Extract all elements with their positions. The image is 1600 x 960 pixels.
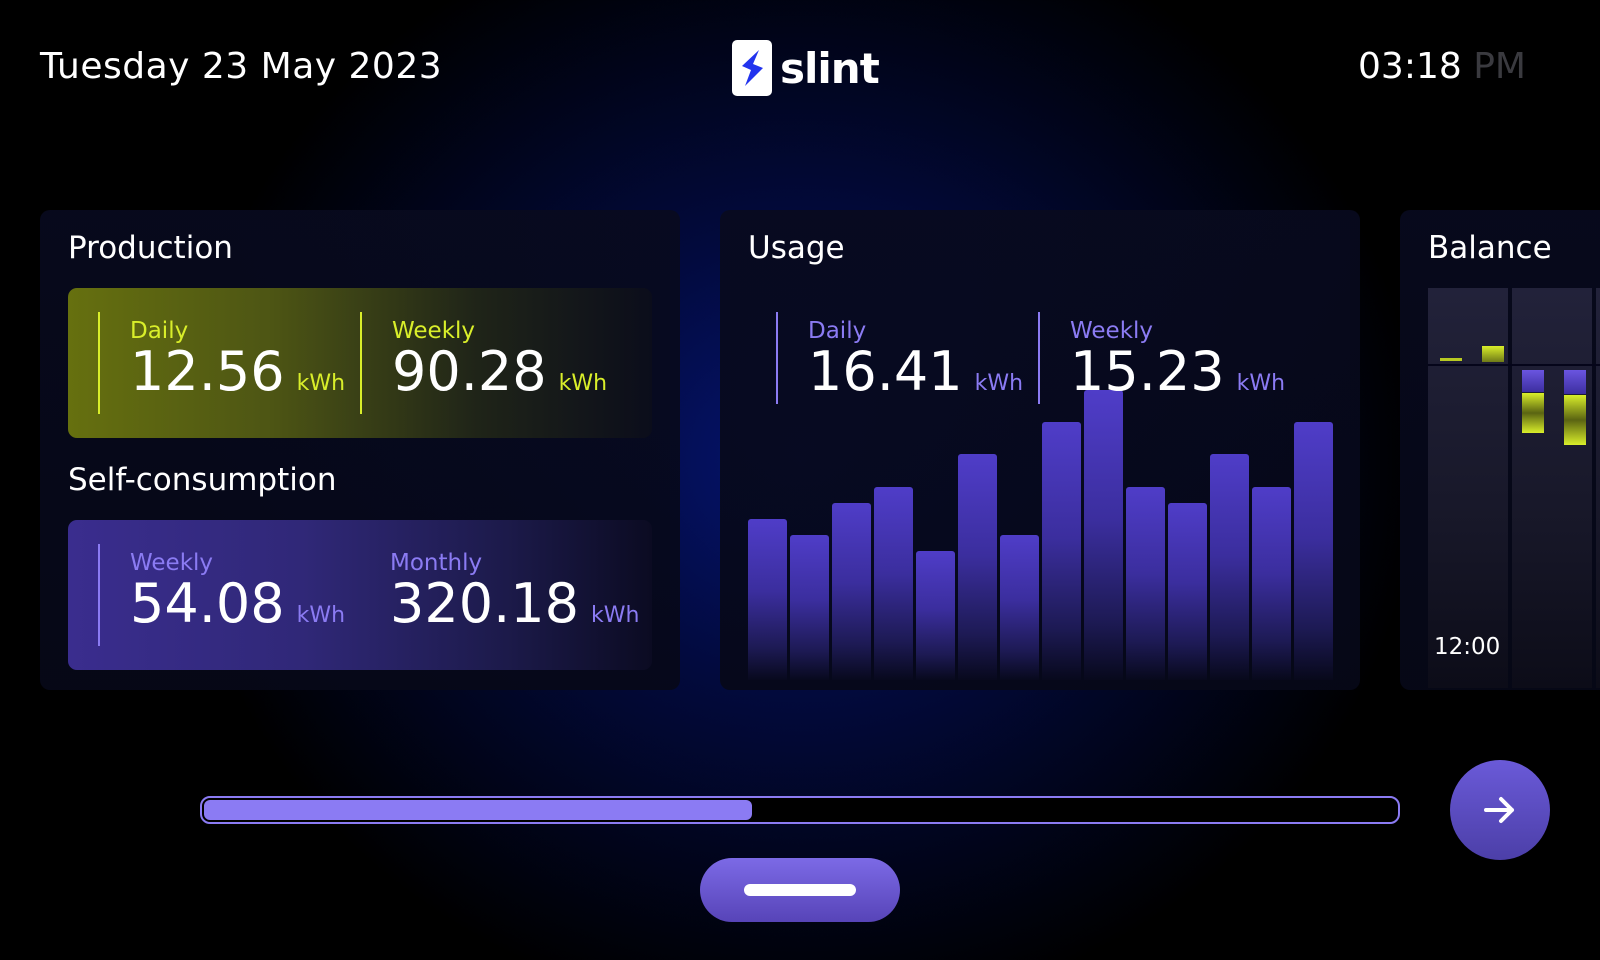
balance-title: Balance	[1428, 230, 1552, 266]
production-weekly-value: 90.28	[392, 340, 547, 403]
balance-segment	[1522, 393, 1544, 433]
usage-weekly: Weekly 15.23 kWh	[1038, 312, 1300, 412]
production-title: Production	[68, 230, 233, 266]
usage-weekly-divider	[1038, 312, 1040, 404]
production-daily-value: 12.56	[130, 340, 285, 403]
usage-bar	[916, 551, 955, 680]
usage-bar	[748, 519, 787, 680]
production-tile: Daily 12.56 kWh Weekly 90.28 kWh	[68, 288, 652, 438]
balance-segment	[1522, 370, 1544, 392]
production-weekly-divider	[360, 312, 362, 414]
production-weekly: Weekly 90.28 kWh	[360, 312, 622, 438]
page-progress-bar[interactable]	[200, 796, 1400, 824]
usage-daily-value-row: 16.41 kWh	[808, 344, 1023, 412]
arrow-right-icon	[1484, 797, 1514, 823]
logo-text: slint	[780, 43, 880, 93]
usage-bar	[1000, 535, 1039, 680]
usage-bar	[874, 487, 913, 680]
balance-column	[1596, 288, 1600, 688]
usage-weekly-value-row: 15.23 kWh	[1070, 344, 1285, 412]
usage-daily-unit: kWh	[974, 371, 1024, 396]
usage-bar	[958, 454, 997, 680]
balance-segment	[1564, 395, 1586, 445]
usage-bar	[1294, 422, 1333, 680]
production-card: Production Daily 12.56 kWh Weekly 90.28 kW…	[40, 210, 680, 690]
balance-segment	[1440, 358, 1462, 361]
usage-bar	[1252, 487, 1291, 680]
usage-daily: Daily 16.41 kWh	[776, 312, 1038, 412]
usage-weekly-value: 15.23	[1070, 340, 1225, 403]
usage-daily-value: 16.41	[808, 340, 963, 403]
usage-bar	[1168, 503, 1207, 680]
date-label: Tuesday 23 May 2023	[40, 46, 443, 87]
production-weekly-value-row: 90.28 kWh	[392, 344, 607, 412]
self-consumption-monthly-value-row: 320.18 kWh	[390, 576, 639, 644]
balance-segment	[1482, 346, 1504, 362]
usage-daily-divider	[776, 312, 778, 404]
clock-ampm: PM	[1473, 46, 1526, 87]
next-page-button[interactable]	[1450, 760, 1550, 860]
page-progress-fill	[204, 800, 752, 820]
balance-time-label: 12:00	[1434, 634, 1501, 660]
production-weekly-unit: kWh	[558, 371, 608, 396]
self-consumption-weekly-value-row: 54.08 kWh	[130, 576, 345, 644]
production-daily-value-row: 12.56 kWh	[130, 344, 345, 412]
balance-midline	[1428, 364, 1600, 366]
usage-bar	[1084, 390, 1123, 680]
balance-segment	[1564, 370, 1586, 394]
usage-bar	[790, 535, 829, 680]
self-consumption-monthly-unit: kWh	[590, 603, 640, 628]
usage-bar	[1042, 422, 1081, 680]
self-consumption-weekly: Weekly 54.08 kWh	[98, 544, 360, 670]
balance-column	[1512, 288, 1592, 688]
usage-card: Usage Daily 16.41 kWh Weekly 15.23 kWh	[720, 210, 1360, 690]
usage-metrics: Daily 16.41 kWh Weekly 15.23 kWh	[776, 312, 1300, 412]
usage-title: Usage	[748, 230, 845, 266]
clock-time: 03:18	[1358, 46, 1462, 87]
self-consumption-tile: Weekly 54.08 kWh Monthly 320.18 kWh	[68, 520, 652, 670]
self-consumption-weekly-divider	[98, 544, 100, 646]
handle-icon	[744, 884, 856, 896]
self-consumption-monthly-value: 320.18	[390, 572, 579, 635]
slint-logo: slint	[732, 40, 880, 96]
usage-weekly-unit: kWh	[1236, 371, 1286, 396]
slint-logo-icon	[732, 40, 772, 96]
production-daily-unit: kWh	[296, 371, 346, 396]
menu-handle-button[interactable]	[700, 858, 900, 922]
clock: 03:18 PM	[1358, 46, 1526, 87]
self-consumption-title: Self-consumption	[68, 462, 337, 498]
self-consumption-weekly-unit: kWh	[296, 603, 346, 628]
self-consumption-monthly: Monthly 320.18 kWh	[360, 544, 639, 670]
self-consumption-weekly-value: 54.08	[130, 572, 285, 635]
balance-card: Balance 12:00	[1400, 210, 1600, 690]
usage-bar	[832, 503, 871, 680]
usage-bar	[1126, 487, 1165, 680]
usage-bar	[1210, 454, 1249, 680]
production-daily-divider	[98, 312, 100, 414]
production-daily: Daily 12.56 kWh	[98, 312, 360, 438]
